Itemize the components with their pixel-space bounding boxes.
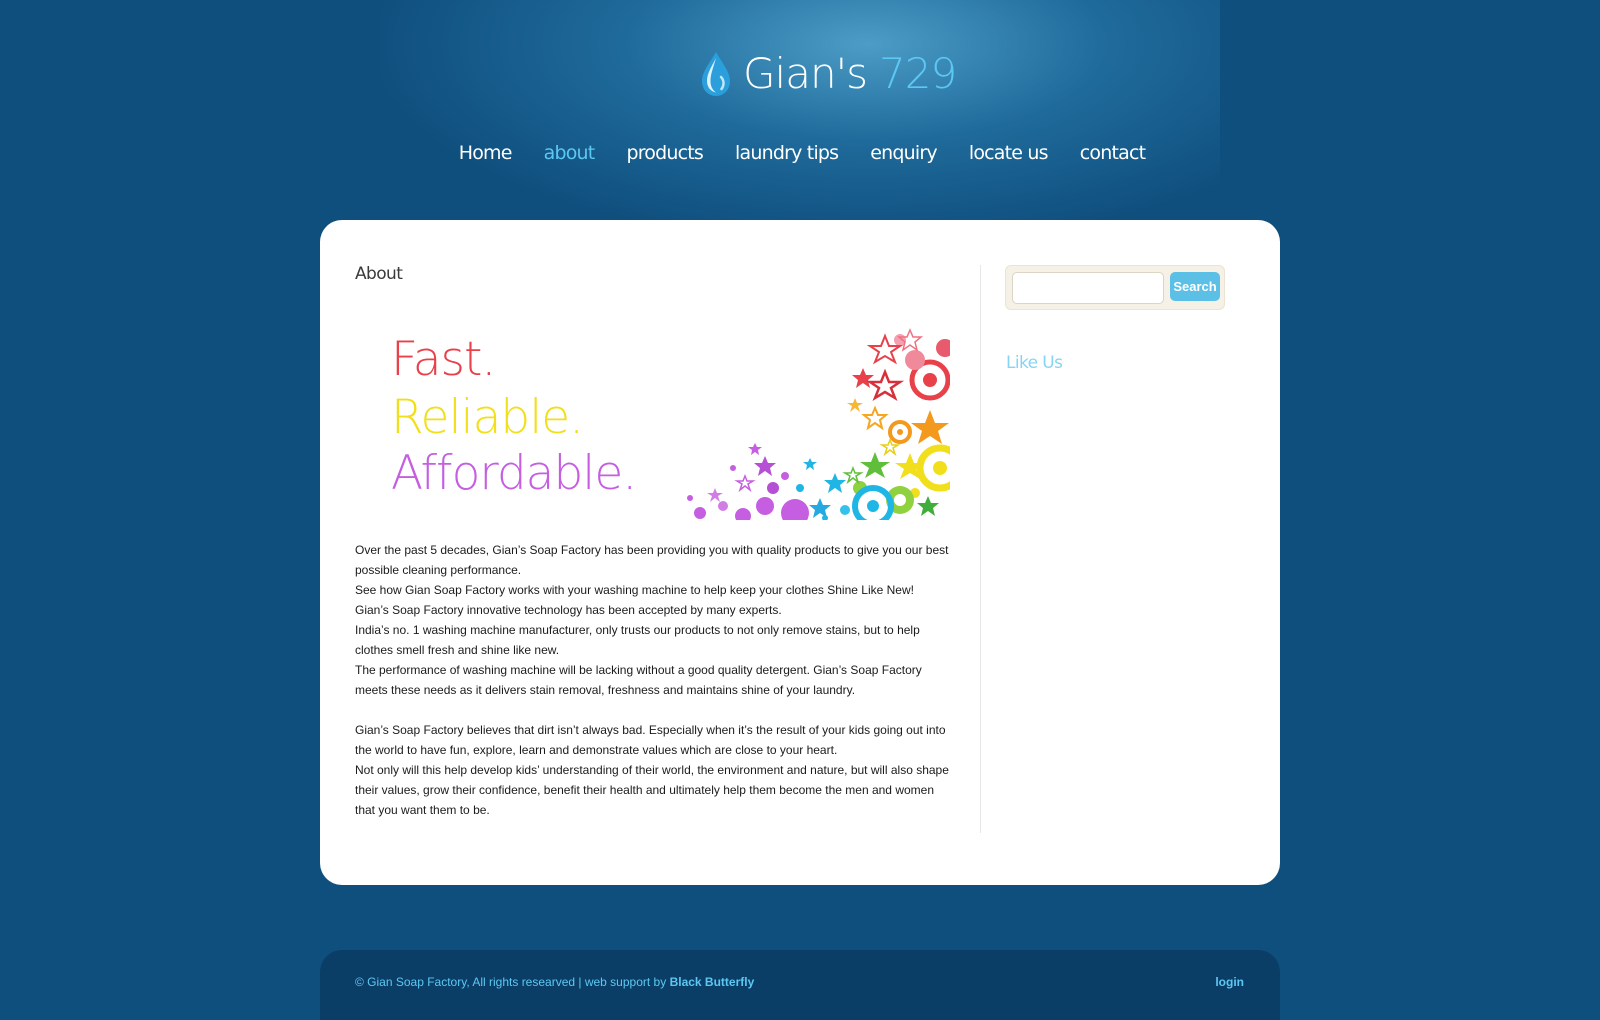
footer-copyright: © Gian Soap Factory, All rights researve… [355, 975, 754, 989]
site-title-name: Gian's [743, 49, 867, 98]
about-paragraph: Gian’s Soap Factory innovative technolog… [355, 600, 950, 620]
banner-line-affordable: Affordable. [391, 446, 636, 502]
nav-home[interactable]: Home [459, 142, 512, 164]
page-title: About [355, 264, 402, 284]
site-title: Gian's729 [743, 46, 956, 102]
about-text: Over the past 5 decades, Gian’s Soap Fac… [355, 540, 950, 820]
copyright-text: © Gian Soap Factory, All rights researve… [355, 975, 670, 989]
site-title-number: 729 [879, 49, 956, 98]
column-divider [980, 265, 981, 833]
nav-locate-us[interactable]: locate us [969, 142, 1048, 164]
footer: © Gian Soap Factory, All rights researve… [320, 950, 1280, 1020]
about-paragraph: Gian’s Soap Factory believes that dirt i… [355, 720, 950, 760]
site-logo[interactable]: Gian's729 [699, 46, 956, 102]
nav-contact[interactable]: contact [1080, 142, 1146, 164]
about-paragraph: The performance of washing machine will … [355, 660, 950, 700]
nav-products[interactable]: products [626, 142, 703, 164]
like-us-heading: Like Us [1006, 353, 1062, 373]
header-glow [380, 0, 1220, 240]
banner-line-reliable: Reliable. [391, 390, 583, 446]
search-form: Search [1005, 265, 1225, 310]
promo-banner: Fast. Reliable. Affordable. [355, 328, 950, 520]
search-input[interactable] [1012, 272, 1164, 304]
content-panel: About [320, 220, 1280, 885]
login-link[interactable]: login [1215, 975, 1244, 989]
support-link[interactable]: Black Butterfly [670, 975, 755, 989]
nav-enquiry[interactable]: enquiry [870, 142, 937, 164]
about-paragraph: Not only will this help develop kids’ un… [355, 760, 950, 820]
paragraph-spacer [355, 700, 950, 720]
banner-line-fast: Fast. [391, 332, 495, 388]
about-paragraph: India’s no. 1 washing machine manufactur… [355, 620, 950, 660]
about-paragraph: See how Gian Soap Factory works with you… [355, 580, 950, 600]
search-button[interactable]: Search [1170, 272, 1220, 301]
main-nav: Home about products laundry tips enquiry… [0, 142, 1600, 164]
about-paragraph: Over the past 5 decades, Gian’s Soap Fac… [355, 540, 950, 580]
water-drop-icon [699, 50, 733, 98]
nav-laundry-tips[interactable]: laundry tips [735, 142, 838, 164]
nav-about[interactable]: about [544, 142, 595, 164]
